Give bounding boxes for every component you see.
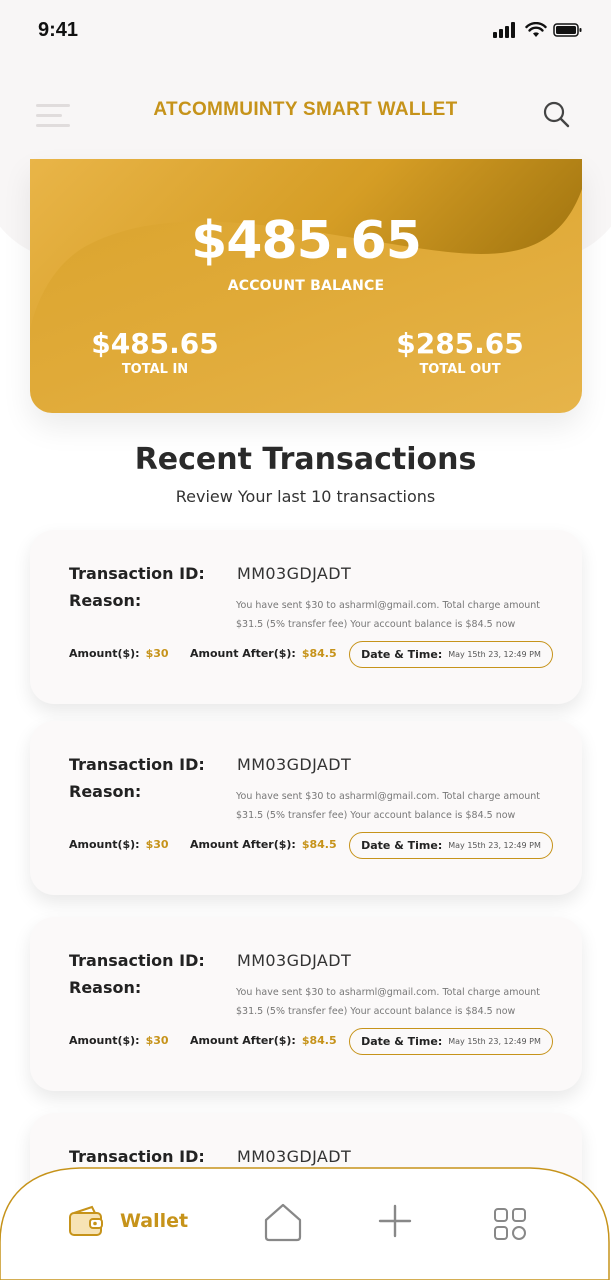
plus-icon[interactable]	[378, 1204, 412, 1238]
app-title: ATCOMMUINTY SMART WALLET	[153, 99, 458, 120]
transaction-id-label: Transaction ID:	[69, 1147, 205, 1166]
status-icons	[493, 22, 583, 38]
total-in-label: TOTAL IN	[121, 362, 189, 377]
total-out-value: $285.65	[396, 327, 524, 360]
transaction-id: MM03GDJADT	[237, 564, 352, 583]
transaction-id-label: Transaction ID:	[69, 564, 205, 583]
reason-label: Reason:	[69, 782, 142, 801]
transaction-card[interactable]: Transaction ID: MM03GDJADT Reason: You h…	[30, 530, 582, 704]
transaction-id: MM03GDJADT	[237, 951, 352, 970]
amount-value: $30	[145, 838, 169, 851]
nav-wallet-label: Wallet	[120, 1210, 189, 1232]
transaction-id-label: Transaction ID:	[69, 755, 205, 774]
transaction-id: MM03GDJADT	[237, 755, 352, 774]
status-bar: 9:41	[0, 0, 611, 60]
amount: Amount($): $30	[69, 838, 169, 851]
transaction-card[interactable]: Transaction ID: MM03GDJADT Reason: You h…	[30, 721, 582, 895]
amount-after-value: $84.5	[301, 647, 337, 660]
section-title: Recent Transactions	[134, 442, 477, 477]
amount-after-value: $84.5	[301, 1034, 337, 1047]
nav-wallet[interactable]: Wallet	[68, 1205, 188, 1237]
amount: Amount($): $30	[69, 647, 169, 660]
date-time-badge: Date & Time: May 15th 23, 12:49 PM	[349, 832, 553, 859]
datetime-value: May 15th 23, 12:49 PM	[448, 841, 541, 850]
amount-value: $30	[145, 1034, 169, 1047]
amount-after: Amount After($): $84.5	[190, 647, 337, 660]
battery-icon	[553, 23, 582, 37]
grid-icon[interactable]	[493, 1207, 527, 1241]
amount: Amount($): $30	[69, 1034, 169, 1047]
account-balance-value: $485.65	[191, 211, 422, 271]
transaction-id-label: Transaction ID:	[69, 951, 205, 970]
app-header: ATCOMMUINTY SMART WALLET	[0, 90, 611, 140]
transaction-reason: You have sent $30 to asharml@gmail.com. …	[236, 791, 541, 821]
reason-label: Reason:	[69, 591, 142, 610]
amount-value: $30	[145, 647, 169, 660]
wifi-icon	[525, 22, 547, 37]
total-out-label: TOTAL OUT	[419, 362, 501, 377]
balance-card: $485.65 ACCOUNT BALANCE $485.65 TOTAL IN…	[30, 159, 582, 413]
total-in-value: $485.65	[91, 327, 219, 360]
datetime-value: May 15th 23, 12:49 PM	[448, 1037, 541, 1046]
reason-label: Reason:	[69, 978, 142, 997]
wallet-icon	[69, 1205, 103, 1236]
bottom-navigation: Wallet	[0, 1167, 611, 1280]
datetime-value: May 15th 23, 12:49 PM	[448, 650, 541, 659]
account-balance-label: ACCOUNT BALANCE	[227, 278, 385, 294]
transaction-reason: You have sent $30 to asharml@gmail.com. …	[236, 987, 541, 1017]
signal-icon	[493, 22, 515, 38]
search-icon[interactable]	[542, 100, 572, 130]
home-icon[interactable]	[262, 1201, 304, 1243]
transaction-card[interactable]: Transaction ID: MM03GDJADT Reason: You h…	[30, 917, 582, 1091]
amount-after: Amount After($): $84.5	[190, 1034, 337, 1047]
transaction-reason: You have sent $30 to asharml@gmail.com. …	[236, 600, 541, 630]
amount-after: Amount After($): $84.5	[190, 838, 337, 851]
transaction-id: MM03GDJADT	[237, 1147, 352, 1166]
section-subtitle: Review Your last 10 transactions	[175, 487, 436, 506]
date-time-badge: Date & Time: May 15th 23, 12:49 PM	[349, 641, 553, 668]
date-time-badge: Date & Time: May 15th 23, 12:49 PM	[349, 1028, 553, 1055]
total-in: $485.65 TOTAL IN	[90, 327, 220, 377]
amount-after-value: $84.5	[301, 838, 337, 851]
status-time: 9:41	[38, 19, 79, 41]
total-out: $285.65 TOTAL OUT	[395, 327, 525, 377]
